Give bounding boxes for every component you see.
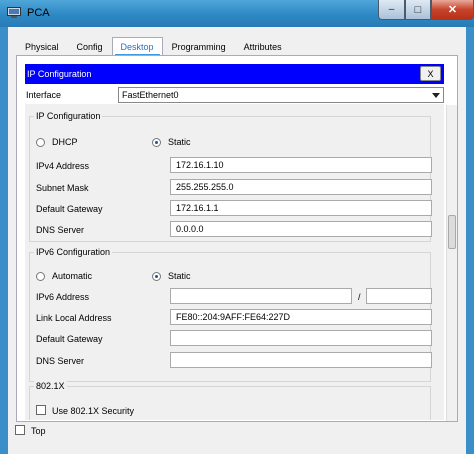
interface-select[interactable]: FastEthernet0 — [118, 87, 444, 103]
window-frame-left — [0, 27, 8, 454]
ip-config-close-button[interactable]: X — [420, 66, 441, 81]
ipv4-dns-label: DNS Server — [36, 225, 85, 235]
dhcp-radio[interactable] — [36, 138, 45, 147]
subnet-mask-label: Subnet Mask — [36, 183, 89, 193]
desktop-panel: IP Configuration X Interface FastEtherne… — [16, 55, 458, 422]
automatic-ipv6-radio[interactable] — [36, 272, 45, 281]
dot1x-group-title: 802.1X — [34, 381, 67, 391]
tab-attributes[interactable]: Attributes — [235, 37, 291, 56]
window-frame-right — [466, 27, 474, 454]
ipv4-config-group: IP Configuration DHCP Static IPv4 Addres… — [29, 111, 432, 242]
ipv4-address-label: IPv4 Address — [36, 161, 90, 171]
close-icon: ✕ — [447, 4, 458, 16]
minimize-button[interactable]: ‒ — [378, 0, 405, 20]
tab-bar: Physical Config Desktop Programming Attr… — [16, 37, 291, 56]
ip-config-header: IP Configuration X — [25, 64, 444, 84]
ipv4-group-title: IP Configuration — [34, 111, 103, 121]
interface-value: FastEthernet0 — [122, 90, 179, 100]
ipv6-address-label: IPv6 Address — [36, 292, 90, 302]
ipv6-address-field[interactable] — [170, 288, 352, 304]
maximize-button[interactable]: □ — [405, 0, 431, 20]
ipv6-group-title: IPv6 Configuration — [34, 247, 113, 257]
subnet-mask-field[interactable]: 255.255.255.0 — [170, 179, 432, 195]
top-checkbox[interactable] — [15, 425, 25, 435]
top-label: Top — [31, 426, 46, 436]
interface-label: Interface — [26, 90, 62, 100]
ipv6-prefix-field[interactable] — [366, 288, 432, 304]
automatic-ipv6-label: Automatic — [52, 271, 93, 281]
app-icon — [7, 7, 21, 18]
minimize-icon: ‒ — [388, 4, 395, 15]
chevron-down-icon — [432, 93, 440, 98]
tab-programming[interactable]: Programming — [163, 37, 235, 56]
window-title: PCA — [27, 7, 50, 19]
tab-config[interactable]: Config — [68, 37, 112, 56]
static-ipv4-radio[interactable] — [152, 138, 161, 147]
link-local-field[interactable]: FE80::204:9AFF:FE64:227D — [170, 309, 432, 325]
static-ipv6-label: Static — [168, 271, 191, 281]
scrollbar-thumb[interactable] — [448, 215, 456, 249]
link-local-label: Link Local Address — [36, 313, 112, 323]
dot1x-group: 802.1X Use 802.1X Security — [29, 381, 431, 420]
use-dot1x-checkbox[interactable] — [36, 405, 46, 415]
use-dot1x-label: Use 802.1X Security — [52, 406, 135, 416]
tab-physical[interactable]: Physical — [16, 37, 68, 56]
maximize-icon: □ — [414, 3, 422, 16]
dhcp-label: DHCP — [52, 137, 78, 147]
ipv6-gateway-field[interactable] — [170, 330, 432, 346]
ipv4-dns-field[interactable]: 0.0.0.0 — [170, 221, 432, 237]
title-bar: PCA ‒ □ ✕ — [0, 0, 474, 27]
prefix-separator: / — [358, 292, 361, 302]
ipv4-gateway-label: Default Gateway — [36, 204, 103, 214]
ip-config-scroll-area: IP Configuration DHCP Static IPv4 Addres… — [25, 104, 444, 420]
ipv6-config-group: IPv6 Configuration Automatic Static IPv6… — [29, 247, 432, 382]
ipv6-dns-field[interactable] — [170, 352, 432, 368]
ipv4-address-field[interactable]: 172.16.1.10 — [170, 157, 432, 173]
vertical-scrollbar[interactable] — [446, 105, 457, 421]
ip-config-title: IP Configuration — [27, 69, 92, 79]
static-ipv4-label: Static — [168, 137, 191, 147]
ipv6-gateway-label: Default Gateway — [36, 334, 103, 344]
ipv4-gateway-field[interactable]: 172.16.1.1 — [170, 200, 432, 216]
ipv6-dns-label: DNS Server — [36, 356, 85, 366]
close-window-button[interactable]: ✕ — [431, 0, 474, 20]
tab-desktop[interactable]: Desktop — [111, 37, 163, 56]
static-ipv6-radio[interactable] — [152, 272, 161, 281]
window-client-area: Physical Config Desktop Programming Attr… — [8, 27, 466, 454]
